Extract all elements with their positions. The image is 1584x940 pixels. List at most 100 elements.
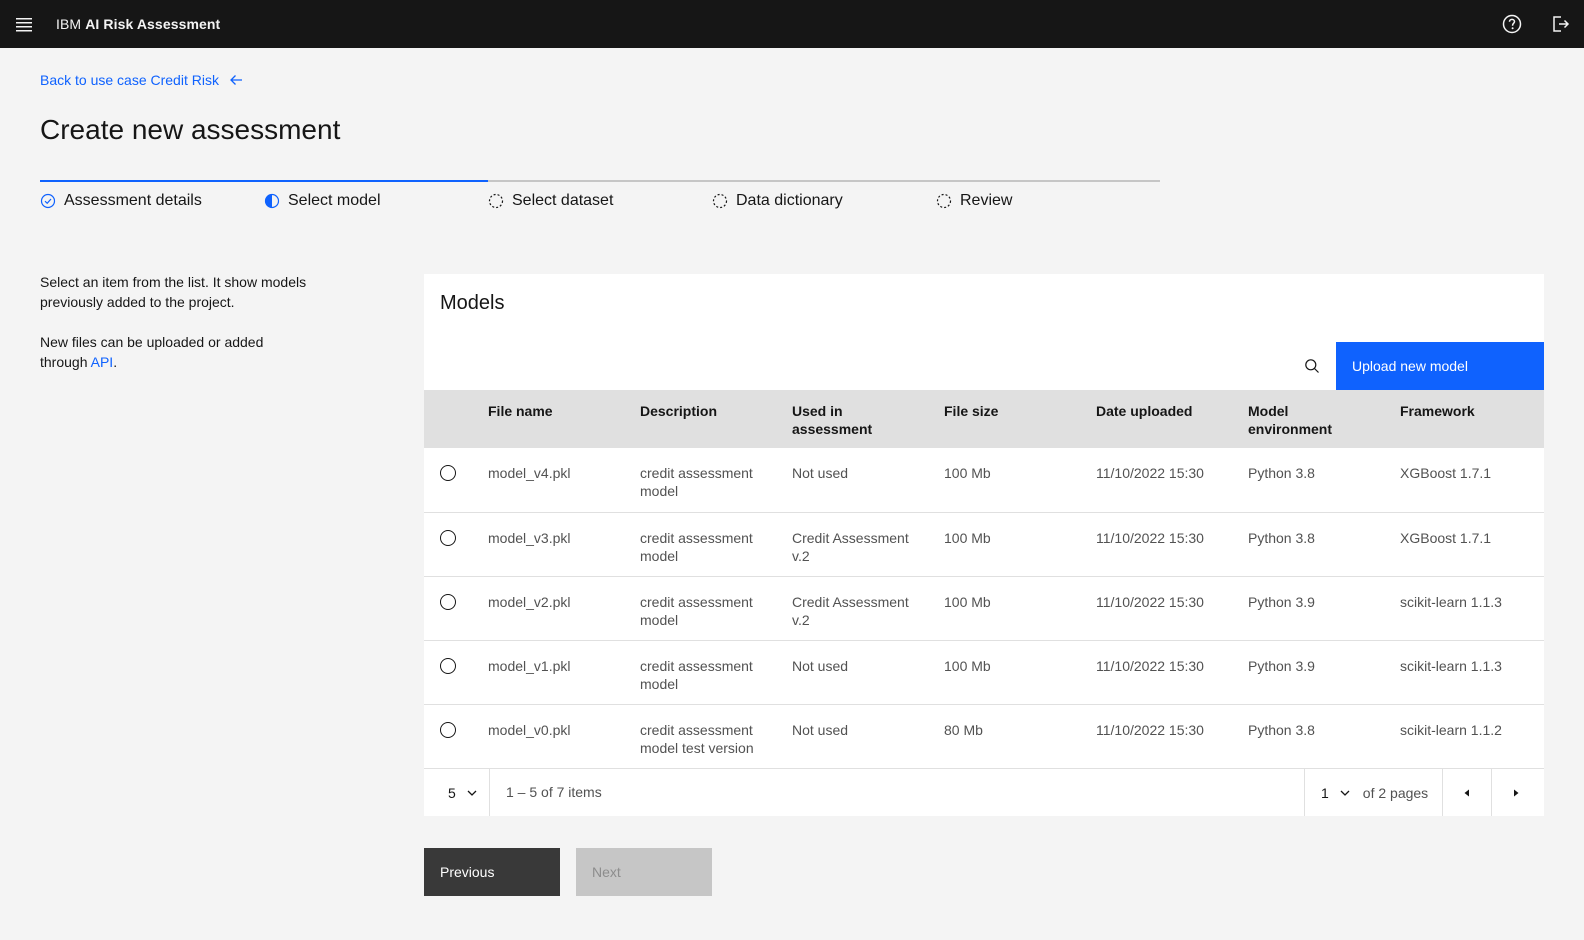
cell-description: credit assessment model <box>640 529 753 564</box>
step-bar <box>264 180 488 182</box>
cell-file-name: model_v1.pkl <box>488 657 571 674</box>
back-link-label: Back to use case Credit Risk <box>40 72 219 88</box>
row-radio-button[interactable] <box>440 593 456 610</box>
cell-file-name: model_v2.pkl <box>488 593 571 610</box>
cell-description: credit assessment model <box>640 657 753 692</box>
row-select-cell <box>424 576 472 640</box>
checkmark-circle-icon <box>40 193 56 209</box>
next-page-button[interactable] <box>1491 769 1539 816</box>
cell-file-size: 100 Mb <box>944 657 991 674</box>
cell-framework: XGBoost 1.7.1 <box>1400 465 1492 481</box>
pagination-range: 1 – 5 of 7 items <box>506 784 602 800</box>
cell-file-name: model_v4.pkl <box>488 465 571 481</box>
header-framework[interactable]: Framework <box>1384 390 1544 448</box>
header-select <box>424 390 472 448</box>
brand-name: AI Risk Assessment <box>85 16 221 32</box>
step-label: Select model <box>288 192 381 209</box>
step-data-dictionary[interactable]: Data dictionary <box>712 180 936 220</box>
help-line-2-suffix: . <box>113 354 118 370</box>
page-number-select[interactable]: 1 <box>1321 785 1351 801</box>
logout-icon <box>1553 16 1570 32</box>
header-actions <box>1488 0 1584 48</box>
cell-file-size: 100 Mb <box>944 593 991 610</box>
step-assessment-details[interactable]: Assessment details <box>40 180 264 220</box>
header-description[interactable]: Description <box>624 390 776 448</box>
page-size-select[interactable]: 5 <box>424 769 490 816</box>
header-file-name[interactable]: File name <box>472 390 624 448</box>
cell-file-size: 100 Mb <box>944 465 991 481</box>
search-button[interactable] <box>1288 342 1336 390</box>
cell-used-in-assessment: Not used <box>792 465 849 481</box>
table-pagination: 5 1 – 5 of 7 items 1 of 2 pages <box>424 768 1544 816</box>
previous-page-button[interactable] <box>1442 769 1490 816</box>
previous-button[interactable]: Previous <box>424 848 560 896</box>
arrow-left-icon <box>230 75 242 85</box>
help-line-2: New files can be uploaded or added throu… <box>40 332 310 372</box>
caret-left-icon <box>1464 789 1469 796</box>
cell-date-uploaded: 11/10/2022 15:30 <box>1096 465 1204 481</box>
cell-date-uploaded: 11/10/2022 15:30 <box>1096 721 1204 738</box>
step-review[interactable]: Review <box>936 180 1160 220</box>
cell-framework: scikit-learn 1.1.3 <box>1400 593 1502 610</box>
row-select-cell <box>424 640 472 704</box>
table-toolbar: Upload new model <box>424 342 1544 390</box>
cell-framework: XGBoost 1.7.1 <box>1400 529 1492 546</box>
cell-used-in-assessment: Credit Assessment v.2 <box>792 529 909 564</box>
help-button[interactable] <box>1488 0 1536 48</box>
menu-icon <box>16 18 32 32</box>
cell-file-name: model_v3.pkl <box>488 529 571 546</box>
cell-file-size: 100 Mb <box>944 529 991 546</box>
logout-button[interactable] <box>1536 0 1584 48</box>
menu-button[interactable] <box>0 0 48 48</box>
page-title: Create new assessment <box>40 114 341 145</box>
table-title: Models <box>440 292 505 314</box>
row-radio-button[interactable] <box>440 657 456 674</box>
table-row[interactable]: model_v2.pkl credit assessment model Cre… <box>424 576 1544 640</box>
app-header: IBM AI Risk Assessment <box>0 0 1584 48</box>
header-used-in-assessment[interactable]: Used in assessment <box>776 390 928 448</box>
cell-used-in-assessment: Not used <box>792 721 849 738</box>
help-line-2-prefix: New files can be uploaded or added throu… <box>40 334 264 370</box>
header-model-environment[interactable]: Model environment <box>1232 390 1384 448</box>
caret-right-icon <box>1513 789 1518 796</box>
step-bar <box>488 180 712 182</box>
header-file-size[interactable]: File size <box>928 390 1080 448</box>
step-label: Select dataset <box>512 192 614 209</box>
cell-model-environment: Python 3.8 <box>1248 529 1315 546</box>
header-date-uploaded[interactable]: Date uploaded <box>1080 390 1232 448</box>
brand-prefix: IBM <box>56 16 82 32</box>
next-button[interactable]: Next <box>576 848 712 896</box>
row-radio-button[interactable] <box>440 465 456 481</box>
cell-framework: scikit-learn 1.1.2 <box>1400 721 1502 738</box>
step-bar <box>712 180 936 182</box>
table-row[interactable]: model_v3.pkl credit assessment model Cre… <box>424 512 1544 576</box>
step-label: Review <box>960 192 1013 209</box>
help-line-1: Select an item from the list. It show mo… <box>40 274 307 310</box>
dashed-circle-icon <box>712 193 728 209</box>
help-text: Select an item from the list. It show mo… <box>40 272 310 372</box>
back-link[interactable]: Back to use case Credit Risk <box>40 72 243 88</box>
step-label: Assessment details <box>64 192 202 209</box>
cell-framework: scikit-learn 1.1.3 <box>1400 657 1502 674</box>
step-select-model[interactable]: Select model <box>264 180 488 220</box>
app-brand[interactable]: IBM AI Risk Assessment <box>56 16 220 32</box>
api-link[interactable]: API <box>91 354 114 370</box>
row-radio-button[interactable] <box>440 721 456 738</box>
search-icon <box>1305 359 1319 373</box>
table-row[interactable]: model_v1.pkl credit assessment model Not… <box>424 640 1544 704</box>
cell-description: credit assessment model <box>640 593 753 628</box>
step-label: Data dictionary <box>736 192 843 209</box>
cell-file-name: model_v0.pkl <box>488 721 571 738</box>
row-radio-button[interactable] <box>440 529 456 546</box>
total-pages: of 2 pages <box>1362 784 1429 801</box>
chevron-down-icon <box>467 790 477 796</box>
step-select-dataset[interactable]: Select dataset <box>488 180 712 220</box>
table-row[interactable]: model_v4.pkl credit assessment model Not… <box>424 448 1544 512</box>
models-table-card: Models Upload new model File name Descri… <box>424 274 1544 816</box>
cell-description: credit assessment model test version <box>640 721 754 756</box>
step-bar <box>936 180 1160 182</box>
table-row[interactable]: model_v0.pkl credit assessment model tes… <box>424 704 1544 768</box>
page-select-group: 1 of 2 pages <box>1304 769 1442 816</box>
row-select-cell <box>424 448 472 512</box>
upload-new-model-button[interactable]: Upload new model <box>1336 342 1544 390</box>
